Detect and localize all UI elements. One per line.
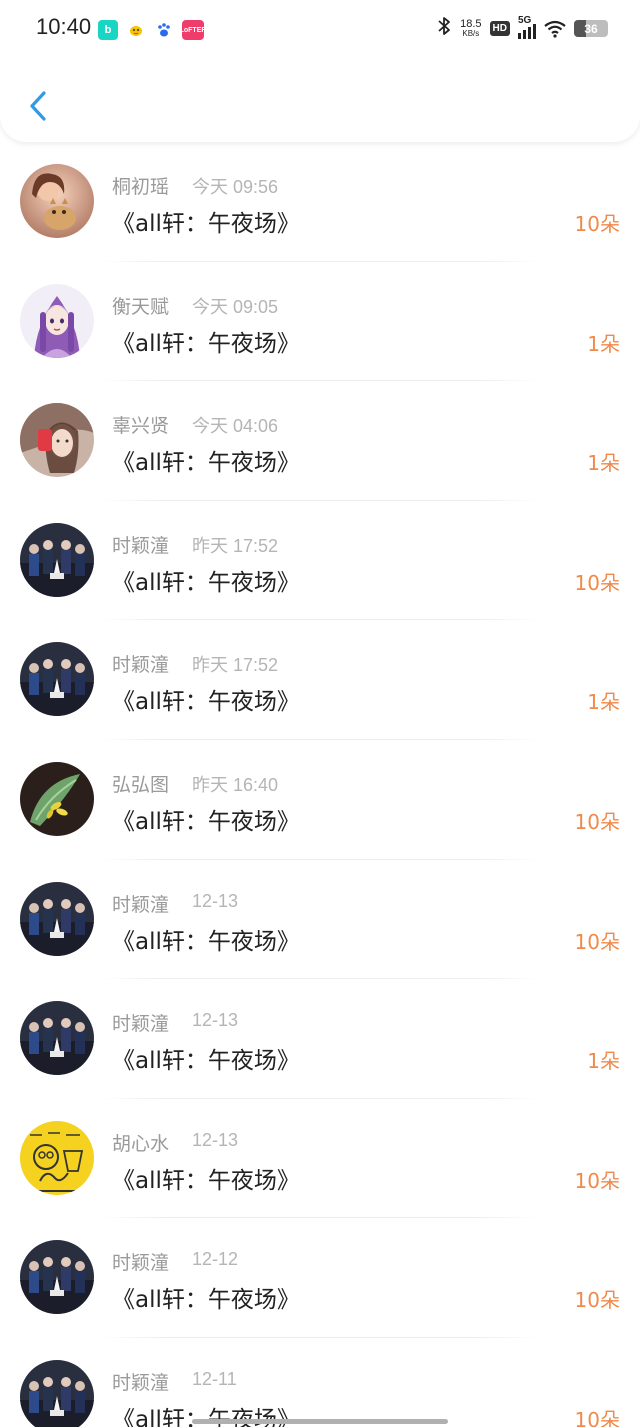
avatar[interactable]	[20, 881, 94, 956]
notification-icons: b LoFTER	[98, 20, 206, 40]
bluetooth-icon	[436, 16, 452, 41]
avatar[interactable]	[20, 403, 94, 478]
battery-icon: 36	[574, 20, 608, 37]
avatar[interactable]	[20, 1240, 94, 1315]
gift-record-screen: 10:40 b LoFTER 18.5 KB/s HD 5G 36 桐初瑶 今天…	[0, 0, 640, 1427]
list-item[interactable]: 弘弘图 昨天 16:40 《all轩：午夜场》 10朵	[0, 740, 640, 860]
list-item[interactable]: 时颖潼 12-11 《all轩：午夜场》 10朵	[0, 1338, 640, 1427]
work-title: 《all轩：午夜场》	[112, 689, 300, 716]
timestamp: 今天 09:05	[192, 296, 279, 317]
work-title: 《all轩：午夜场》	[112, 330, 300, 357]
user-name: 时颖潼	[112, 1371, 170, 1394]
flower-amount: 10朵	[574, 1288, 620, 1313]
flower-amount: 10朵	[574, 809, 620, 834]
list-item[interactable]: 衡天赋 今天 09:05 《all轩：午夜场》 1朵	[0, 262, 640, 382]
header-card: 10:40 b LoFTER 18.5 KB/s HD 5G 36	[0, 0, 640, 142]
flower-amount: 10朵	[574, 929, 620, 954]
chevron-left-icon	[30, 91, 46, 121]
timestamp: 12-13	[192, 890, 239, 911]
flower-amount: 1朵	[587, 331, 620, 356]
paw-app-icon	[154, 20, 174, 40]
list-item[interactable]: 时颖潼 12-13 《all轩：午夜场》 1朵	[0, 979, 640, 1099]
list-item[interactable]: 胡心水 12-13 《all轩：午夜场》 10朵	[0, 1099, 640, 1219]
work-title: 《all轩：午夜场》	[112, 450, 300, 477]
flower-amount: 1朵	[587, 690, 620, 715]
list-item[interactable]: 辜兴贤 今天 04:06 《all轩：午夜场》 1朵	[0, 381, 640, 501]
hd-badge: HD	[489, 21, 510, 36]
wifi-icon	[544, 20, 566, 38]
user-name: 时颖潼	[112, 534, 170, 557]
work-title: 《all轩：午夜场》	[112, 1048, 300, 1075]
user-name: 时颖潼	[112, 1013, 170, 1036]
list-item[interactable]: 时颖潼 昨天 17:52 《all轩：午夜场》 10朵	[0, 501, 640, 621]
status-time: 10:40	[36, 14, 92, 39]
timestamp: 今天 04:06	[192, 416, 279, 437]
user-name: 桐初瑶	[112, 176, 170, 198]
user-name: 时颖潼	[112, 893, 170, 916]
timestamp: 今天 09:56	[192, 177, 279, 197]
flower-amount: 10朵	[574, 570, 620, 595]
lofter-app-icon: LoFTER	[180, 20, 206, 40]
timestamp: 12-11	[192, 1368, 237, 1389]
timestamp: 12-13	[192, 1010, 239, 1031]
user-name: 衡天赋	[112, 295, 170, 318]
work-title: 《all轩：午夜场》	[112, 1287, 300, 1314]
avatar[interactable]	[20, 1120, 94, 1195]
flower-amount: 10朵	[574, 1407, 620, 1427]
user-name: 时颖潼	[112, 1252, 170, 1275]
work-title: 《all轩：午夜场》	[112, 569, 300, 596]
status-bar: 10:40 b LoFTER 18.5 KB/s HD 5G 36	[0, 0, 640, 60]
avatar[interactable]	[20, 1001, 94, 1076]
avatar[interactable]	[20, 522, 94, 597]
timestamp: 12-13	[192, 1129, 239, 1150]
timestamp: 昨天 17:52	[192, 535, 279, 556]
list-item[interactable]: 时颖潼 12-12 《all轩：午夜场》 10朵	[0, 1218, 640, 1338]
work-title: 《all轩：午夜场》	[112, 1167, 300, 1194]
avatar[interactable]	[20, 1359, 94, 1427]
network-speed: 18.5 KB/s	[460, 17, 482, 38]
flower-amount: 10朵	[574, 212, 620, 236]
flower-amount: 1朵	[587, 451, 620, 476]
work-title: 《all轩：午夜场》	[112, 211, 300, 237]
work-title: 《all轩：午夜场》	[112, 808, 300, 835]
timestamp: 昨天 17:52	[192, 655, 279, 676]
flower-amount: 10朵	[574, 1168, 620, 1193]
list-item[interactable]: 时颖潼 12-13 《all轩：午夜场》 10朵	[0, 860, 640, 980]
list-item[interactable]: 时颖潼 昨天 17:52 《all轩：午夜场》 1朵	[0, 620, 640, 740]
b-app-icon: b	[98, 20, 118, 40]
avatar[interactable]	[20, 761, 94, 836]
flower-amount: 1朵	[587, 1049, 620, 1074]
status-indicators: 18.5 KB/s HD 5G 36	[436, 15, 608, 41]
user-name: 辜兴贤	[112, 415, 170, 438]
list-item[interactable]: 桐初瑶 今天 09:56 《all轩：午夜场》 10朵	[0, 142, 640, 262]
user-name: 胡心水	[112, 1132, 170, 1155]
avatar[interactable]	[20, 642, 94, 717]
back-button[interactable]	[18, 84, 58, 128]
timestamp: 昨天 16:40	[192, 774, 279, 795]
user-name: 时颖潼	[112, 654, 170, 677]
avatar[interactable]	[20, 164, 94, 238]
timestamp: 12-12	[192, 1249, 239, 1270]
cellular-signal-icon: 5G	[518, 15, 536, 39]
user-name: 弘弘图	[112, 773, 170, 796]
home-indicator[interactable]	[192, 1419, 448, 1424]
bird-app-icon	[126, 20, 146, 40]
gift-record-list: 桐初瑶 今天 09:56 《all轩：午夜场》 10朵 衡天赋 今天 09:05…	[0, 142, 640, 1427]
avatar[interactable]	[20, 283, 94, 358]
work-title: 《all轩：午夜场》	[112, 928, 300, 955]
